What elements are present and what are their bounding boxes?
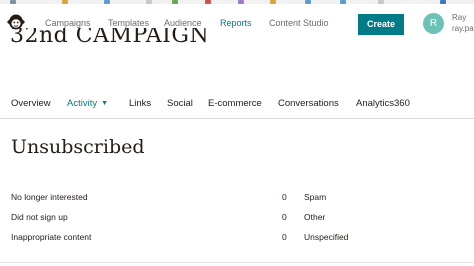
- row-label-spam: Spam: [304, 192, 327, 202]
- row-label-did-not-sign-up: Did not sign up: [11, 212, 68, 222]
- tab-activity-label: Activity: [67, 98, 98, 109]
- user-email: ray.pa: [452, 24, 474, 33]
- row-label-unspecified: Unspecified: [304, 232, 349, 242]
- tab-ecommerce[interactable]: E-commerce: [208, 98, 262, 109]
- tab-social[interactable]: Social: [167, 98, 193, 109]
- bottom-divider: [0, 262, 474, 263]
- unsubscribed-heading: Unsubscribed: [11, 136, 145, 158]
- nav-templates[interactable]: Templates: [108, 18, 149, 28]
- nav-content-studio[interactable]: Content Studio: [269, 18, 329, 28]
- row-label-no-longer-interested: No longer interested: [11, 192, 88, 202]
- campaign-title-text: 32nd CAMPAIGN: [10, 28, 210, 48]
- row-value-no-longer-interested: 0: [282, 192, 287, 202]
- row-value-inappropriate-content: 0: [282, 232, 287, 242]
- create-button[interactable]: Create: [358, 14, 404, 35]
- row-value-did-not-sign-up: 0: [282, 212, 287, 222]
- divider: [0, 118, 474, 119]
- nav-campaigns[interactable]: Campaigns: [45, 18, 91, 28]
- row-label-inappropriate-content: Inappropriate content: [11, 232, 92, 242]
- tab-links[interactable]: Links: [129, 98, 151, 109]
- tab-conversations[interactable]: Conversations: [278, 98, 339, 109]
- nav-audience[interactable]: Audience: [164, 18, 202, 28]
- campaign-title: 32nd CAMPAIGN: [10, 28, 209, 52]
- user-name[interactable]: Ray: [452, 13, 466, 22]
- report-tabs: Overview Activity ▼ Links Social E-commer…: [0, 98, 474, 112]
- avatar[interactable]: R: [423, 13, 444, 34]
- tab-overview[interactable]: Overview: [11, 98, 51, 109]
- tab-analytics360[interactable]: Analytics360: [356, 98, 410, 109]
- nav-reports[interactable]: Reports: [220, 18, 252, 28]
- tab-activity[interactable]: Activity ▼: [67, 98, 108, 109]
- chevron-down-icon: ▼: [101, 100, 109, 107]
- row-label-other: Other: [304, 212, 326, 222]
